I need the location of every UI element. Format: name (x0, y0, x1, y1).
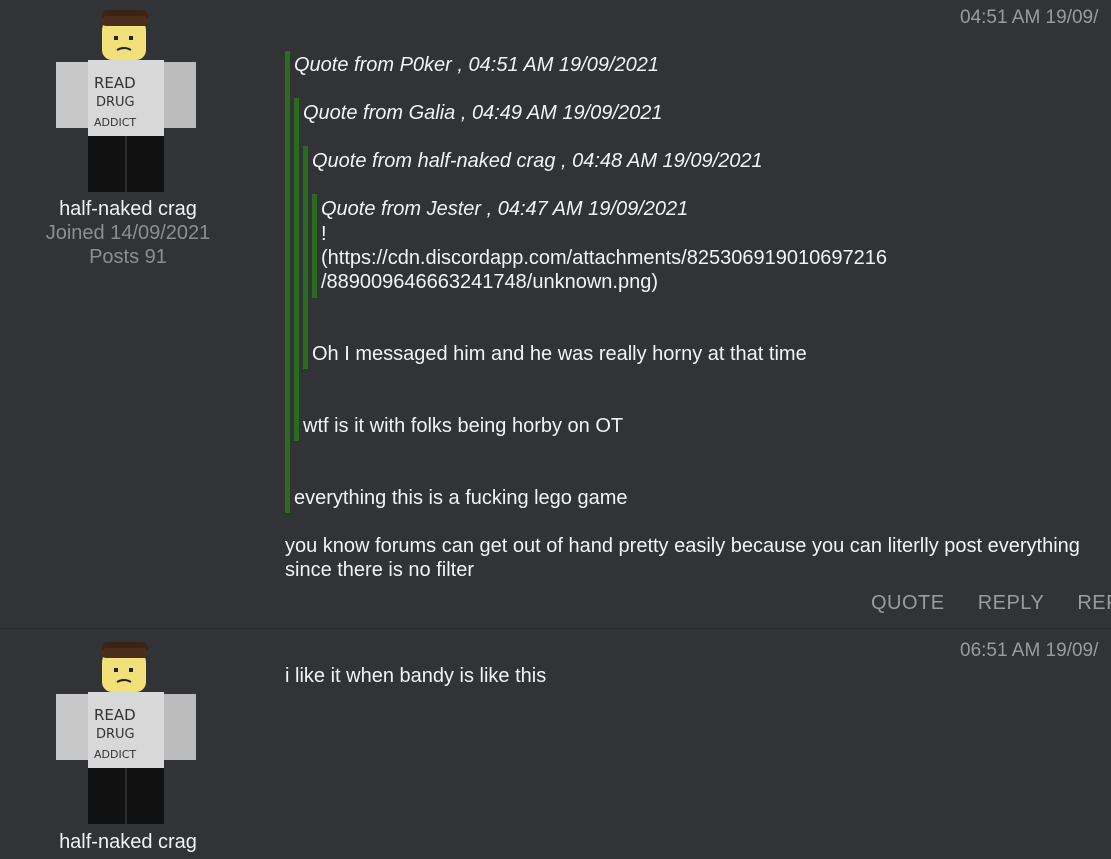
reply-button[interactable]: REPLY (978, 592, 1045, 615)
post-body: you know forums can get out of hand pret… (285, 535, 1080, 581)
post-actions: QUOTE REPLY REP (871, 592, 1111, 615)
post-body: i like it when bandy is like this (285, 665, 547, 687)
shirt-text-line-2: DRUG (96, 727, 135, 742)
author-post-count: Posts 91 (89, 246, 167, 268)
forum-post: READ DRUG ADDICT half-naked crag Joined … (0, 0, 1111, 629)
quote-bar-level-3 (303, 146, 308, 369)
quote-header: Quote from Galia , 04:49 AM 19/09/2021 (303, 102, 663, 124)
report-button[interactable]: REP (1077, 592, 1111, 615)
quote-text: wtf is it with folks being horby on OT (303, 415, 624, 437)
roblox-avatar-icon[interactable]: READ DRUG ADDICT (54, 640, 200, 826)
author-name[interactable]: half-naked crag (0, 198, 256, 221)
quote-button[interactable]: QUOTE (871, 592, 945, 615)
quote-bar-level-4 (312, 194, 317, 298)
quote-header: Quote from Jester , 04:47 AM 19/09/2021 (321, 198, 689, 220)
quote-link[interactable]: /889009646663241748/unknown.png) (321, 270, 658, 294)
quote-bar-level-1 (285, 51, 290, 513)
shirt-text-line-3: ADDICT (94, 116, 136, 129)
author-name[interactable]: half-naked crag (0, 831, 256, 854)
shirt-text-line-2: DRUG (96, 95, 135, 110)
quote-text: ! (321, 223, 327, 245)
shirt-text-line-1: READ (94, 706, 136, 724)
author-joined: Joined 14/09/2021 (45, 222, 211, 244)
forum-thread: READ DRUG ADDICT half-naked crag Joined … (0, 0, 1111, 859)
quote-link[interactable]: (https://cdn.discordapp.com/attachments/… (321, 246, 887, 270)
quote-bar-level-2 (294, 98, 299, 441)
quote-text: Oh I messaged him and he was really horn… (312, 343, 807, 365)
shirt-text-line-1: READ (94, 74, 136, 92)
quote-text: everything this is a fucking lego game (294, 487, 628, 509)
roblox-avatar-icon[interactable]: READ DRUG ADDICT (54, 8, 200, 194)
quote-header: Quote from half-naked crag , 04:48 AM 19… (312, 150, 763, 172)
shirt-text-line-3: ADDICT (94, 748, 136, 761)
post-timestamp: 04:51 AM 19/09/ (960, 7, 1099, 28)
forum-post: READ DRUG ADDICT half-naked crag 06:51 A… (0, 629, 1111, 859)
post-timestamp: 06:51 AM 19/09/ (960, 640, 1099, 661)
quote-header: Quote from P0ker , 04:51 AM 19/09/2021 (294, 54, 660, 76)
